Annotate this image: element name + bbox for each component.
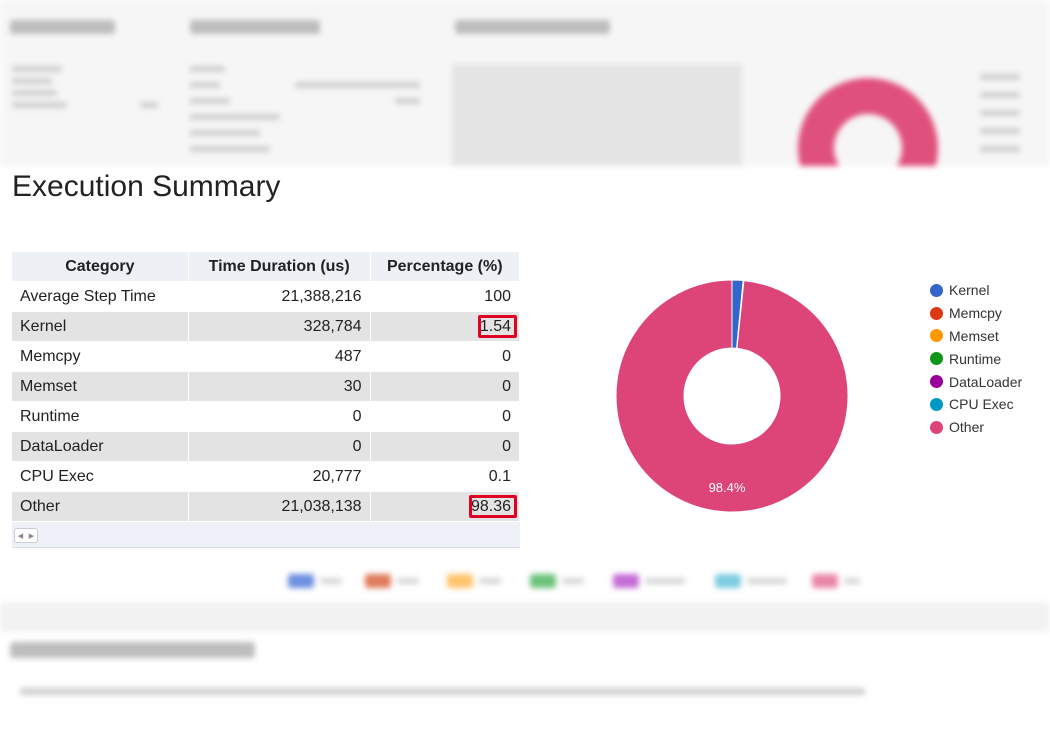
cell-percentage: 0 (370, 431, 521, 462)
legend-item[interactable]: Other (930, 416, 1022, 439)
cell-percentage: 98.36 (370, 491, 521, 521)
legend-swatch (930, 329, 943, 343)
table-row[interactable]: Memcpy 487 0 (12, 341, 521, 372)
cell-duration: 0 (188, 431, 371, 462)
legend-label: DataLoader (949, 373, 1023, 390)
table-row[interactable]: Kernel 328,784 1.54 (12, 311, 521, 342)
column-header-duration[interactable]: Time Duration (us) (188, 252, 371, 282)
table-footer: ◀ ▶ (12, 522, 520, 548)
legend-item[interactable]: Memset (930, 325, 1022, 348)
execution-summary-table: Category Time Duration (us) Percentage (… (12, 252, 521, 521)
cell-category: Memcpy (12, 341, 189, 372)
pager-right-icon[interactable]: ▶ (29, 532, 34, 540)
chart-legend: Kernel Memcpy Memset Runtime DataLoader CPU E… (930, 279, 1022, 439)
legend-label: Runtime (949, 350, 1002, 367)
table-row[interactable]: DataLoader 0 0 (12, 431, 521, 462)
cell-category: Memset (12, 371, 189, 402)
cell-category: Average Step Time (12, 281, 189, 312)
cell-percentage: 0 (370, 401, 521, 432)
section-title: Execution Summary (12, 170, 281, 203)
legend-swatch (930, 375, 943, 389)
legend-label: Memcpy (949, 305, 1002, 322)
cell-duration: 487 (188, 341, 371, 372)
table-row[interactable]: Runtime 0 0 (12, 401, 521, 432)
execution-donut-chart: 98.4% (615, 279, 849, 513)
cell-category: DataLoader (12, 431, 189, 462)
legend-item[interactable]: Runtime (930, 347, 1022, 370)
cell-category: CPU Exec (12, 461, 189, 492)
legend-item[interactable]: DataLoader (930, 370, 1022, 393)
slice-label: 98.4% (709, 480, 746, 495)
cell-category: Other (12, 491, 189, 521)
cell-duration: 0 (188, 401, 371, 432)
cell-percentage: 0 (370, 341, 521, 372)
legend-swatch (930, 420, 943, 434)
table-body: Average Step Time 21,388,216 100 Kernel 328,… (12, 281, 521, 521)
cell-percentage: 0 (370, 371, 521, 402)
legend-label: CPU Exec (949, 396, 1014, 413)
cell-duration: 20,777 (188, 461, 371, 492)
table-row[interactable]: Other 21,038,138 98.36 (12, 491, 521, 521)
table-row[interactable]: Average Step Time 21,388,216 100 (12, 281, 521, 312)
legend-label: Memset (949, 327, 999, 344)
highlighted-percentage: 1.54 (479, 317, 511, 335)
legend-item[interactable]: CPU Exec (930, 393, 1022, 416)
table-row[interactable]: CPU Exec 20,777 0.1 (12, 461, 521, 492)
legend-swatch (930, 352, 943, 366)
legend-swatch (930, 306, 943, 320)
cell-percentage: 1.54 (370, 311, 521, 342)
cell-category: Kernel (12, 311, 189, 342)
cell-duration: 30 (188, 371, 371, 402)
cell-duration: 21,038,138 (188, 491, 371, 521)
cell-category: Runtime (12, 401, 189, 432)
highlighted-percentage: 98.36 (470, 497, 511, 515)
background-summary-strip (0, 0, 1050, 166)
table-row[interactable]: Memset 30 0 (12, 371, 521, 402)
legend-label: Other (949, 419, 985, 436)
legend-label: Kernel (949, 282, 990, 299)
background-recommendation-strip (0, 560, 1050, 730)
column-header-category[interactable]: Category (12, 252, 189, 282)
legend-item[interactable]: Kernel (930, 279, 1022, 302)
donut-slice-other[interactable] (615, 279, 849, 513)
cell-duration: 21,388,216 (188, 281, 371, 312)
pager-left-icon[interactable]: ◀ (18, 532, 23, 540)
column-header-percentage[interactable]: Percentage (%) (370, 252, 521, 282)
legend-swatch (930, 397, 943, 411)
legend-swatch (930, 283, 943, 297)
legend-item[interactable]: Memcpy (930, 302, 1022, 325)
pager-arrows[interactable]: ◀ ▶ (14, 528, 38, 543)
cell-percentage: 100 (370, 281, 521, 312)
table-header-row: Category Time Duration (us) Percentage (… (12, 252, 521, 282)
cell-duration: 328,784 (188, 311, 371, 342)
cell-percentage: 0.1 (370, 461, 521, 492)
